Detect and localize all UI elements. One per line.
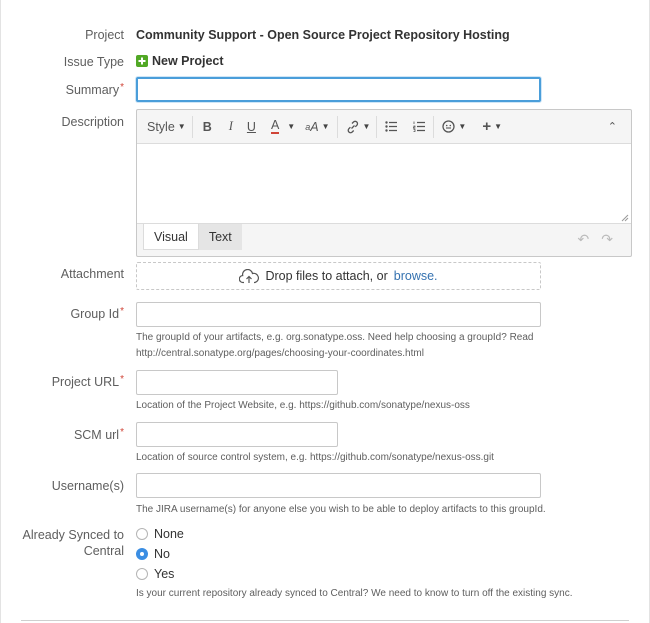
project-url-input[interactable] [136, 370, 338, 395]
description-editor: Style ▼ B I U A ▼ a A ▼ ▼ ▼ + ▼ ⌃ Visual… [136, 109, 632, 257]
scm-url-label: SCM url* [73, 427, 124, 442]
attachment-label: Attachment [60, 267, 124, 281]
resize-handle-icon[interactable] [621, 214, 629, 222]
form-bottom-divider [21, 620, 629, 621]
usernames-input[interactable] [136, 473, 541, 498]
editor-toolbar: Style ▼ B I U A ▼ a A ▼ ▼ ▼ + ▼ ⌃ [137, 110, 631, 143]
radio-option-yes[interactable]: Yes [136, 567, 174, 581]
issue-type-text: New Project [152, 54, 224, 68]
project-label: Project [85, 28, 124, 42]
redo-icon[interactable]: ↷ [601, 231, 613, 248]
description-textarea[interactable] [137, 143, 631, 224]
required-asterisk: * [120, 427, 124, 438]
text-color-icon[interactable]: A ▼ [263, 110, 298, 143]
required-asterisk: * [120, 82, 124, 93]
group-id-label: Group Id* [70, 306, 124, 321]
caret-down-icon: ▼ [321, 122, 330, 131]
required-asterisk: * [120, 374, 124, 385]
issue-type-label: Issue Type [63, 55, 124, 69]
caret-down-icon: ▼ [287, 122, 296, 131]
text-format-icon[interactable]: a A ▼ [298, 110, 336, 143]
usernames-label: Username(s) [51, 479, 124, 493]
create-issue-form: Project Community Support - Open Source … [0, 0, 650, 623]
radio-option-none[interactable]: None [136, 527, 184, 541]
group-id-input[interactable] [136, 302, 541, 327]
radio-option-no[interactable]: No [136, 547, 170, 561]
caret-down-icon: ▼ [494, 122, 503, 131]
bullet-list-icon[interactable] [377, 110, 405, 143]
browse-link[interactable]: browse. [394, 269, 438, 283]
group-id-help: The groupId of your artifacts, e.g. org.… [136, 332, 534, 359]
style-dropdown[interactable]: Style ▼ [137, 110, 192, 143]
caret-down-icon: ▼ [458, 122, 467, 131]
plus-square-icon [136, 55, 148, 67]
radio-button-selected[interactable] [136, 548, 148, 560]
scm-url-input[interactable] [136, 422, 338, 447]
editor-tabs: Visual Text [143, 224, 242, 250]
radio-label: Yes [154, 567, 175, 581]
usernames-help: The JIRA username(s) for anyone else you… [136, 504, 546, 515]
caret-down-icon: ▼ [177, 122, 186, 131]
project-url-help: Location of the Project Website, e.g. ht… [136, 400, 470, 411]
underline-icon[interactable]: U [240, 110, 263, 143]
italic-icon[interactable]: I [222, 110, 240, 143]
caret-down-icon: ▼ [362, 122, 371, 131]
emoticon-icon[interactable]: ▼ [434, 110, 474, 143]
summary-input[interactable] [136, 77, 541, 102]
required-asterisk: * [120, 306, 124, 317]
insert-more-icon[interactable]: + ▼ [474, 110, 510, 143]
undo-icon[interactable]: ↶ [578, 231, 590, 248]
radio-button[interactable] [136, 568, 148, 580]
scm-url-help: Location of source control system, e.g. … [136, 452, 494, 463]
radio-button[interactable] [136, 528, 148, 540]
undo-redo-group: ↶ ↷ [578, 231, 613, 248]
tab-visual[interactable]: Visual [143, 224, 199, 250]
style-dropdown-label: Style [147, 119, 175, 134]
numbered-list-icon[interactable] [405, 110, 433, 143]
radio-label: No [154, 547, 170, 561]
cloud-upload-icon [239, 268, 260, 283]
description-label: Description [61, 115, 124, 129]
tab-text[interactable]: Text [198, 224, 242, 250]
issue-type-value[interactable]: New Project [136, 53, 224, 69]
link-icon[interactable]: ▼ [338, 110, 377, 143]
already-synced-label-line2: Central [83, 544, 124, 558]
project-value: Community Support - Open Source Project … [136, 28, 510, 42]
bold-icon[interactable]: B [193, 110, 222, 143]
radio-label: None [154, 527, 184, 541]
project-url-label: Project URL* [51, 374, 124, 389]
already-synced-label: Already Synced to Central [1, 527, 124, 559]
already-synced-help: Is your current repository already synce… [136, 588, 573, 599]
attachment-text: Drop files to attach, or [265, 269, 388, 283]
attachment-dropzone[interactable]: Drop files to attach, or browse. [136, 262, 541, 290]
summary-label: Summary* [65, 82, 124, 97]
already-synced-label-line1: Already Synced to [22, 528, 124, 542]
collapse-icon[interactable]: ⌃ [602, 110, 623, 143]
